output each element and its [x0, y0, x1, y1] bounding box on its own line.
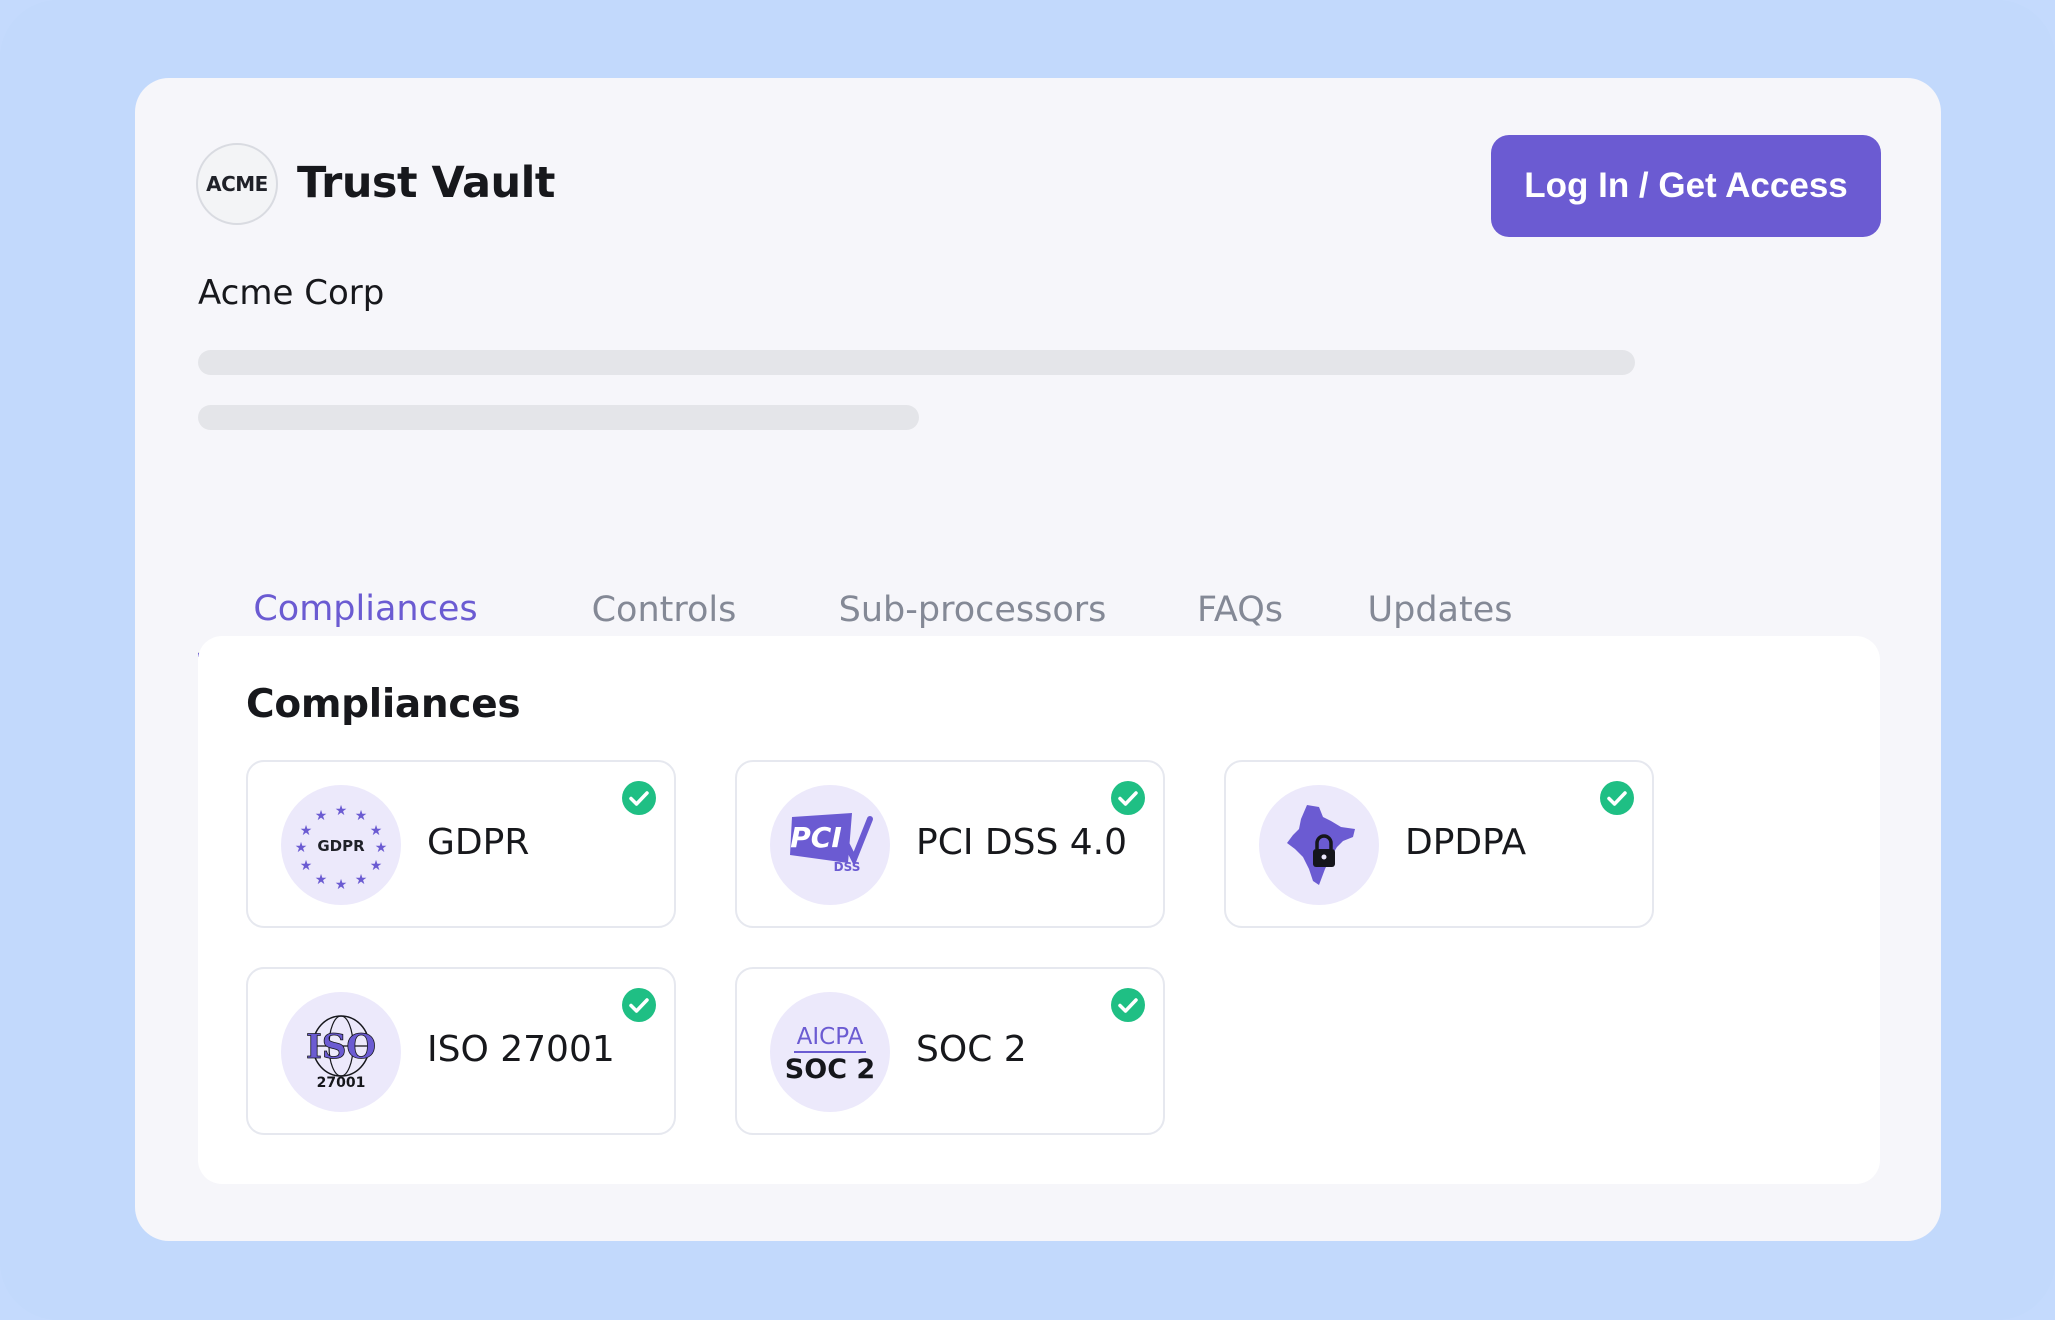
- verified-check-icon: [1111, 988, 1145, 1022]
- svg-text:★: ★: [335, 877, 348, 893]
- trust-vault-card: ACME Trust Vault Log In / Get Access Acm…: [135, 78, 1941, 1241]
- compliance-name: SOC 2: [916, 1029, 1027, 1070]
- login-button[interactable]: Log In / Get Access: [1491, 135, 1881, 237]
- gdpr-icon: ★ ★ ★ ★ ★ ★ ★ ★ ★ ★ ★ ★ GDPR: [281, 785, 401, 905]
- verified-check-icon: [622, 988, 656, 1022]
- svg-text:★: ★: [295, 840, 308, 856]
- svg-text:★: ★: [355, 872, 368, 888]
- acme-logo: ACME: [196, 143, 278, 225]
- svg-text:GDPR: GDPR: [317, 837, 365, 855]
- svg-text:AICPA: AICPA: [797, 1024, 864, 1050]
- iso-icon: ISO 27001: [281, 992, 401, 1112]
- verified-check-icon: [1111, 781, 1145, 815]
- svg-text:PCI: PCI: [790, 821, 842, 854]
- svg-text:★: ★: [335, 803, 348, 819]
- compliance-name: DPDPA: [1405, 822, 1527, 863]
- svg-text:★: ★: [315, 808, 328, 824]
- pci-dss-icon: PCI DSS: [770, 785, 890, 905]
- compliance-name: GDPR: [427, 822, 530, 863]
- svg-text:★: ★: [355, 808, 368, 824]
- svg-text:★: ★: [300, 823, 313, 839]
- india-map-lock-icon: [1259, 785, 1379, 905]
- svg-text:DSS: DSS: [834, 860, 861, 874]
- description-skeleton-line: [198, 350, 1635, 375]
- panel-title: Compliances: [246, 682, 521, 727]
- svg-text:★: ★: [370, 858, 383, 874]
- verified-check-icon: [622, 781, 656, 815]
- org-name: Acme Corp: [198, 273, 385, 313]
- compliance-card-pci-dss[interactable]: PCI DSS PCI DSS 4.0: [735, 760, 1165, 928]
- compliances-panel: Compliances ★ ★ ★ ★ ★ ★ ★ ★ ★ ★ ★ ★ GDPR…: [198, 636, 1880, 1184]
- svg-text:★: ★: [370, 823, 383, 839]
- svg-text:27001: 27001: [317, 1075, 366, 1091]
- description-skeleton-line: [198, 405, 919, 430]
- compliance-name: ISO 27001: [427, 1029, 615, 1070]
- svg-text:ISO: ISO: [306, 1027, 376, 1067]
- compliance-card-dpdpa[interactable]: DPDPA: [1224, 760, 1654, 928]
- app-title: Trust Vault: [297, 158, 555, 208]
- svg-text:SOC 2: SOC 2: [785, 1054, 875, 1085]
- svg-text:★: ★: [300, 858, 313, 874]
- svg-text:★: ★: [315, 872, 328, 888]
- svg-text:★: ★: [375, 840, 388, 856]
- aicpa-soc-icon: AICPA SOC 2: [770, 992, 890, 1112]
- compliance-name: PCI DSS 4.0: [916, 822, 1128, 863]
- verified-check-icon: [1600, 781, 1634, 815]
- compliance-card-soc-2[interactable]: AICPA SOC 2 SOC 2: [735, 967, 1165, 1135]
- compliance-card-iso-27001[interactable]: ISO 27001 ISO 27001: [246, 967, 676, 1135]
- compliance-card-gdpr[interactable]: ★ ★ ★ ★ ★ ★ ★ ★ ★ ★ ★ ★ GDPR GDPR: [246, 760, 676, 928]
